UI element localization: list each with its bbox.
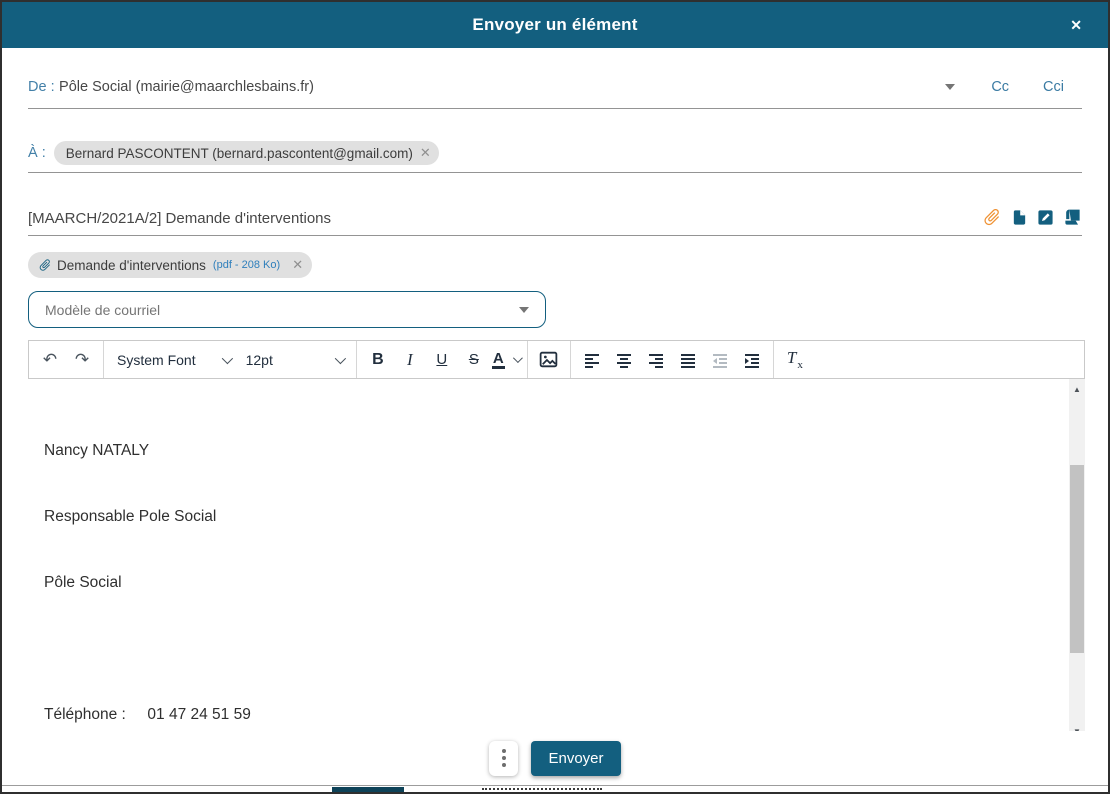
template-select[interactable]: Modèle de courriel (28, 291, 546, 328)
chevron-down-icon (335, 352, 346, 363)
align-right-button[interactable] (640, 344, 672, 376)
body-line (44, 638, 1055, 660)
body-line: Téléphone : 01 47 24 51 59 (44, 704, 1055, 726)
from-label: De : (28, 79, 55, 95)
edit-icon (1037, 209, 1054, 226)
to-label: À : (28, 145, 46, 161)
insert-image-button[interactable] (533, 344, 565, 376)
align-left-icon (582, 350, 602, 370)
remove-recipient-icon[interactable]: ✕ (420, 145, 431, 161)
redo-button[interactable]: ↷ (66, 344, 98, 376)
font-size-select[interactable]: 12pt (238, 352, 351, 368)
align-justify-button[interactable] (672, 344, 704, 376)
chevron-down-icon (221, 352, 232, 363)
align-left-button[interactable] (576, 344, 608, 376)
clear-format-icon: Tx (787, 348, 803, 370)
clear-formatting-button[interactable]: Tx (779, 344, 811, 376)
kebab-icon (502, 749, 506, 767)
font-family-select[interactable]: System Font (109, 352, 238, 368)
attach-file-button[interactable] (982, 207, 1002, 227)
align-right-icon (646, 350, 666, 370)
recipient-name: Bernard PASCONTENT (bernard.pascontent@g… (66, 146, 413, 161)
paperclip-icon (982, 207, 1002, 227)
indent-icon (742, 350, 762, 370)
modal-title: Envoyer un élément (472, 15, 637, 35)
modal-footer: Envoyer (2, 731, 1108, 785)
attachments-area: Demande d'interventions (pdf - 208 Ko) ✕ (28, 252, 1082, 278)
text-color-button[interactable]: A (490, 344, 522, 376)
scroll-icon (1063, 208, 1082, 227)
add-model-button[interactable] (1063, 208, 1082, 227)
forecolor-icon: A (492, 351, 505, 369)
chevron-down-icon[interactable] (945, 84, 955, 90)
image-icon (538, 349, 559, 370)
rich-text-editor: ↶ ↷ System Font 12pt B I U (28, 340, 1085, 741)
cci-button[interactable]: Cci (1043, 79, 1064, 95)
outdent-icon (710, 350, 730, 370)
bold-button[interactable]: B (362, 344, 394, 376)
modal-header: Envoyer un élément ✕ (2, 2, 1108, 48)
recipient-chip: Bernard PASCONTENT (bernard.pascontent@g… (54, 141, 439, 165)
align-justify-icon (678, 350, 698, 370)
undo-button[interactable]: ↶ (34, 344, 66, 376)
chevron-down-icon (519, 307, 529, 313)
chevron-down-icon (513, 353, 523, 363)
editor-toolbar: ↶ ↷ System Font 12pt B I U (28, 340, 1085, 379)
redo-icon: ↷ (75, 350, 89, 370)
subject-field[interactable]: [MAARCH/2021A/2] Demande d'interventions (28, 207, 1082, 236)
background-dotted-line (482, 788, 602, 790)
body-line: Pôle Social (44, 572, 1055, 594)
edit-document-button[interactable] (1037, 209, 1054, 226)
background-accent (332, 787, 404, 793)
scroll-up-icon[interactable]: ▲ (1069, 381, 1085, 397)
attachment-meta: (pdf - 208 Ko) (213, 259, 280, 271)
paperclip-icon (38, 258, 52, 272)
send-element-modal: Envoyer un élément ✕ De : Pôle Social (m… (0, 0, 1110, 794)
scrollbar-thumb[interactable] (1070, 465, 1084, 653)
template-select-placeholder: Modèle de courriel (45, 302, 519, 318)
align-center-icon (614, 350, 634, 370)
undo-icon: ↶ (43, 350, 57, 370)
editor-canvas[interactable]: Nancy NATALY Responsable Pole Social Pôl… (28, 379, 1085, 741)
align-center-button[interactable] (608, 344, 640, 376)
from-value: Pôle Social (mairie@maarchlesbains.fr) (59, 79, 314, 95)
attachment-chip: Demande d'interventions (pdf - 208 Ko) ✕ (28, 252, 312, 278)
from-field[interactable]: De : Pôle Social (mairie@maarchlesbains.… (28, 78, 1082, 109)
modal-body: De : Pôle Social (mairie@maarchlesbains.… (2, 78, 1108, 741)
cc-button[interactable]: Cc (991, 79, 1009, 95)
more-options-button[interactable] (489, 741, 518, 776)
send-button[interactable]: Envoyer (531, 741, 620, 776)
close-icon[interactable]: ✕ (1070, 2, 1082, 48)
strikethrough-button[interactable]: S (458, 344, 490, 376)
remove-attachment-icon[interactable]: ✕ (292, 257, 303, 273)
editor-scrollbar[interactable]: ▲ ▼ (1069, 379, 1085, 741)
outdent-button[interactable] (704, 344, 736, 376)
add-document-button[interactable] (1011, 208, 1028, 227)
italic-button[interactable]: I (394, 344, 426, 376)
body-line: Responsable Pole Social (44, 506, 1055, 528)
attachment-name: Demande d'interventions (57, 258, 206, 273)
indent-button[interactable] (736, 344, 768, 376)
to-field[interactable]: À : Bernard PASCONTENT (bernard.pasconte… (28, 141, 1082, 173)
background-page-strip (2, 785, 1108, 792)
subject-value[interactable]: [MAARCH/2021A/2] Demande d'interventions (28, 210, 982, 227)
document-icon (1011, 208, 1028, 227)
underline-button[interactable]: U (426, 344, 458, 376)
body-line: Nancy NATALY (44, 440, 1055, 462)
